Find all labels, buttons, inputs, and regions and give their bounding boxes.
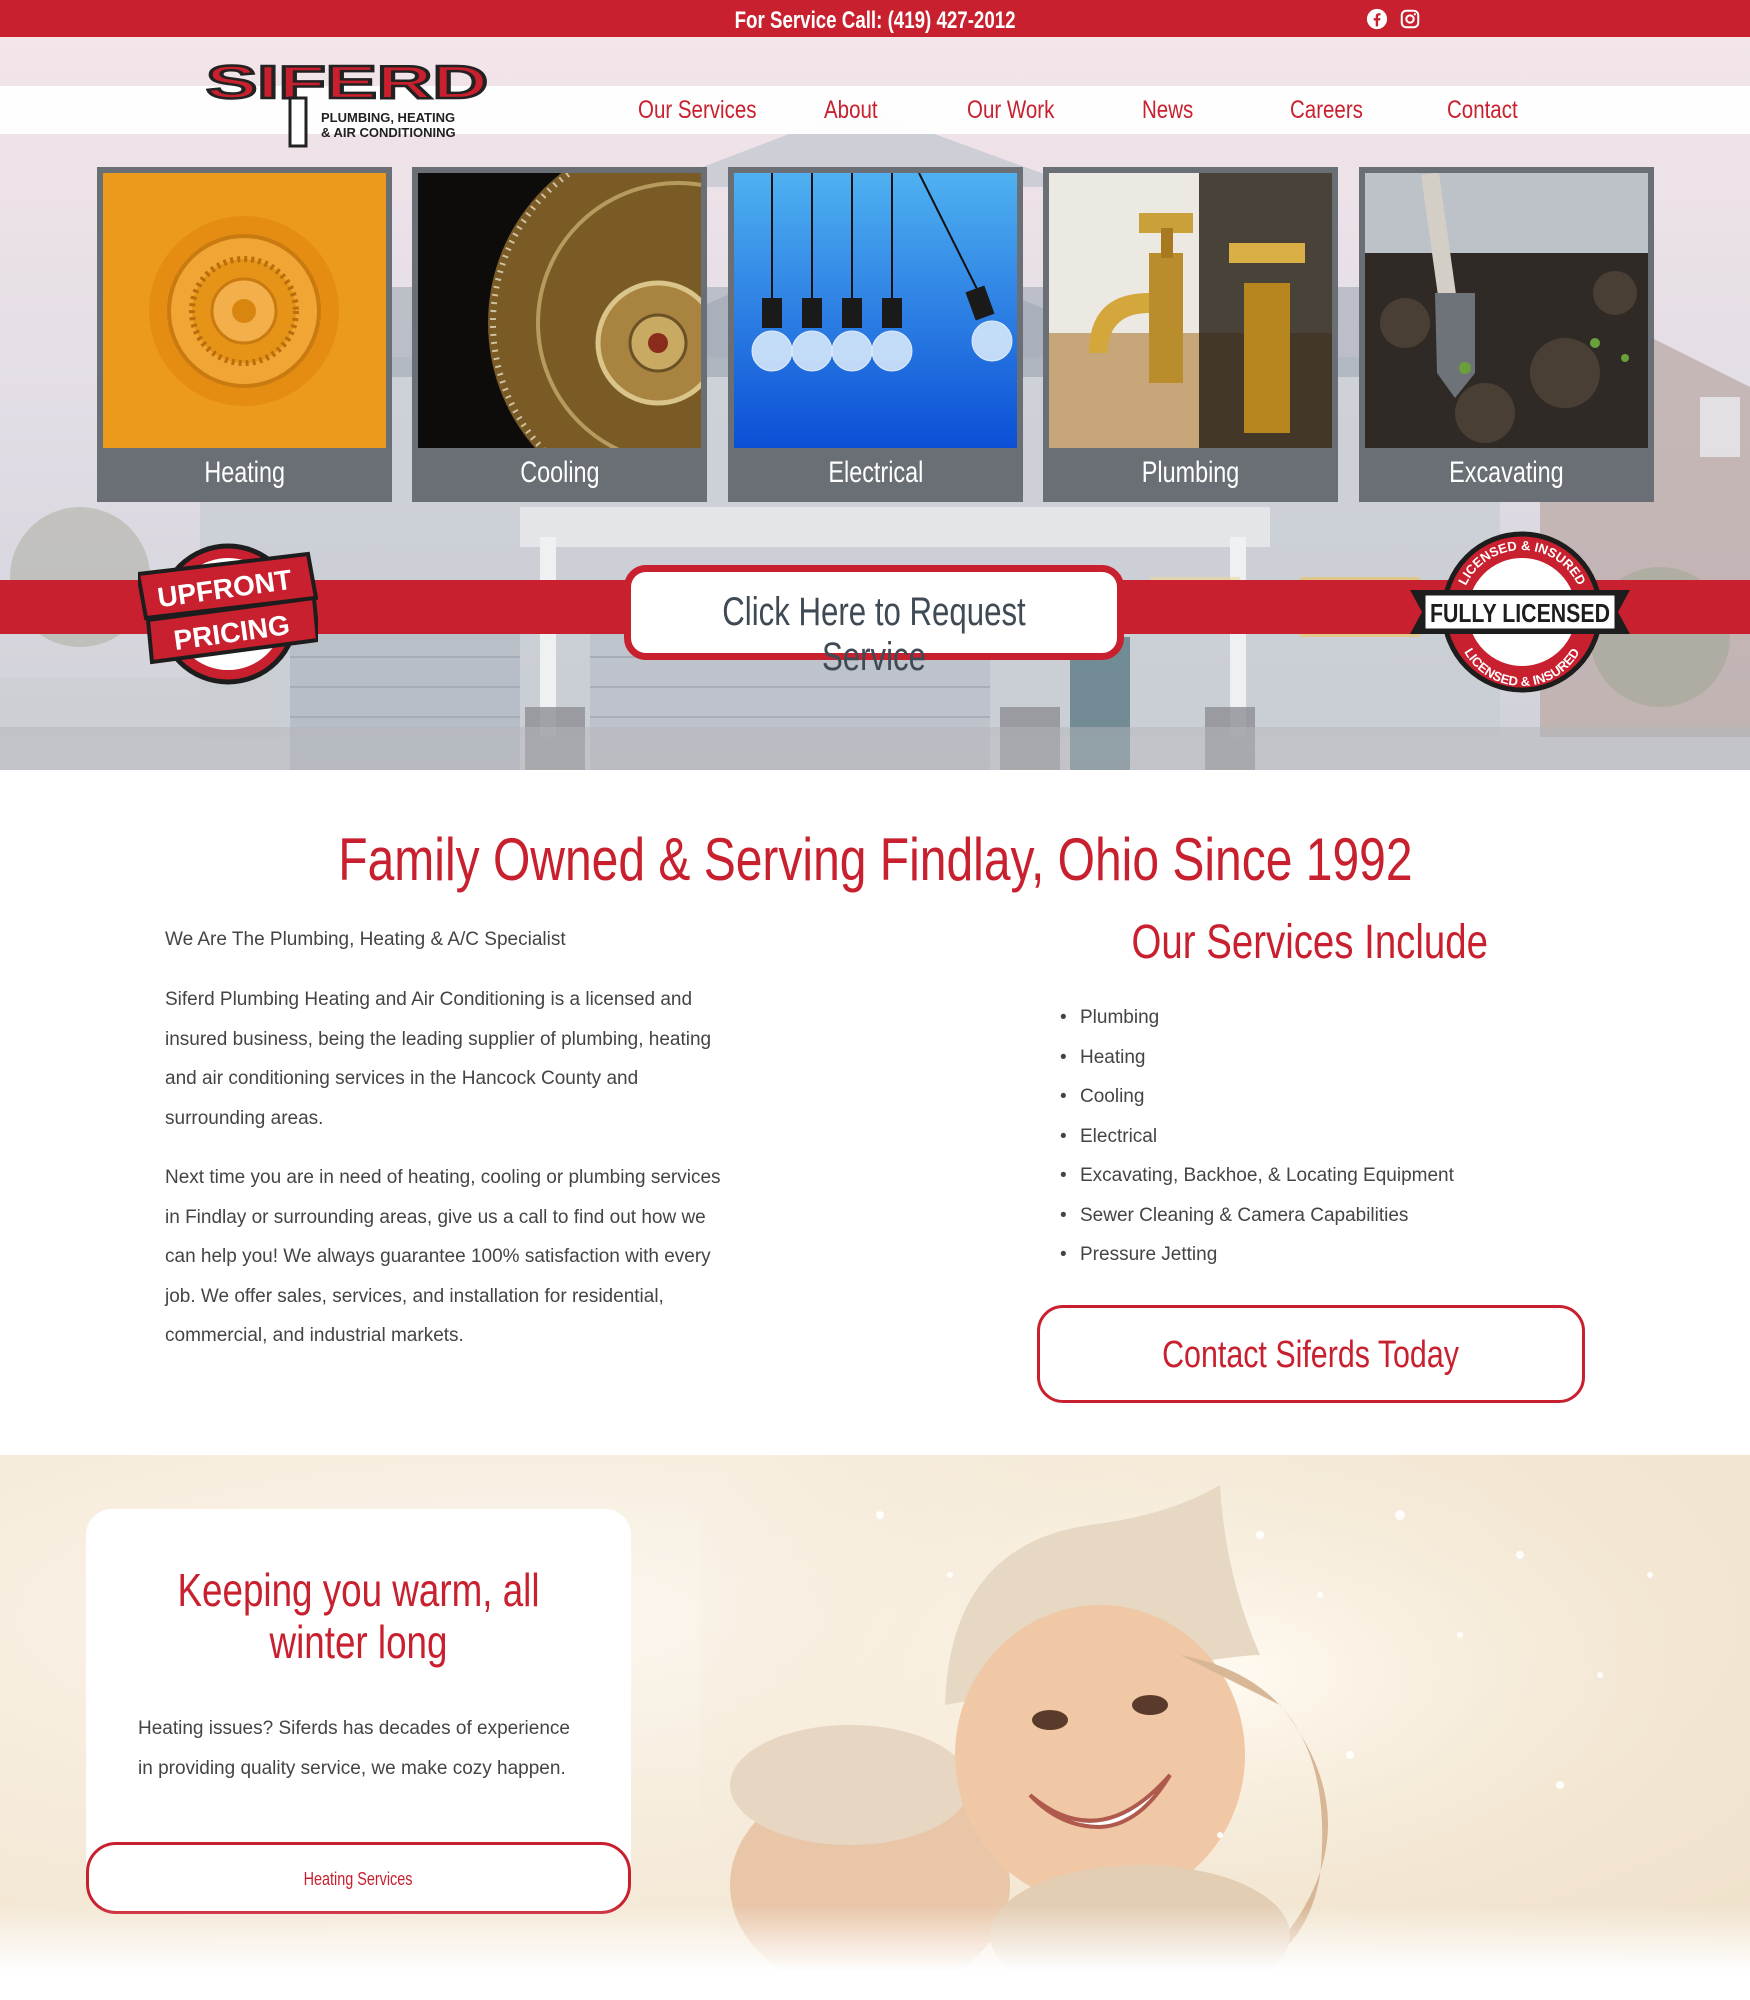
svg-text:& AIR CONDITIONING: & AIR CONDITIONING — [321, 125, 456, 140]
intro-text-column: We Are The Plumbing, Heating & A/C Speci… — [165, 920, 735, 1376]
nav-our-services[interactable]: Our Services — [638, 96, 782, 128]
facebook-icon[interactable] — [1366, 8, 1388, 30]
list-item: Cooling — [1060, 1077, 1580, 1117]
contact-siferds-button[interactable]: Contact Siferds Today — [1037, 1305, 1585, 1403]
services-include-column: Our Services Include Plumbing Heating Co… — [1040, 915, 1580, 1275]
svg-text:SIFERD: SIFERD — [206, 60, 488, 108]
nav-our-work[interactable]: Our Work — [967, 96, 1074, 128]
svg-text:PLUMBING, HEATING: PLUMBING, HEATING — [321, 110, 455, 125]
intro-heading: Family Owned & Serving Findlay, Ohio Sin… — [337, 826, 1413, 893]
service-tile-heating[interactable]: Heating — [97, 167, 392, 502]
service-tile-plumbing[interactable]: Plumbing — [1043, 167, 1338, 502]
service-tile-cooling[interactable]: Cooling — [412, 167, 707, 502]
fully-licensed-badge: LICENSED & INSURED LICENSED & INSURED FU… — [1410, 531, 1630, 693]
list-item: Sewer Cleaning & Camera Capabilities — [1060, 1196, 1580, 1236]
intro-paragraph-2: Next time you are in need of heating, co… — [165, 1167, 721, 1346]
intro-paragraph-1: Siferd Plumbing Heating and Air Conditio… — [165, 989, 712, 1129]
nav-careers[interactable]: Careers — [1290, 96, 1379, 128]
request-service-button[interactable]: Click Here to Request Service — [624, 565, 1124, 679]
instagram-icon[interactable] — [1399, 8, 1421, 30]
nav-contact[interactable]: Contact — [1447, 96, 1533, 128]
list-item: Excavating, Backhoe, & Locating Equipmen… — [1060, 1156, 1580, 1196]
top-bar: For Service Call: (419) 427-2012 — [0, 0, 1750, 37]
winter-text: Heating issues? Siferds has decades of e… — [138, 1718, 570, 1779]
shovel-image — [1365, 173, 1648, 448]
fan-image — [418, 173, 701, 448]
tile-label: Cooling — [519, 456, 600, 489]
list-item: Electrical — [1060, 1117, 1580, 1157]
faucet-image — [1049, 173, 1332, 448]
services-list: Plumbing Heating Cooling Electrical Exca… — [1040, 998, 1580, 1275]
tile-label: Electrical — [828, 456, 923, 489]
tile-label: Plumbing — [1141, 456, 1240, 489]
list-item: Heating — [1060, 1038, 1580, 1078]
light-bulbs-image — [734, 173, 1017, 448]
list-item: Plumbing — [1060, 998, 1580, 1038]
service-tile-electrical[interactable]: Electrical — [728, 167, 1023, 502]
bottom-fade — [0, 1905, 1750, 2000]
tile-label: Excavating — [1449, 456, 1564, 489]
heating-services-button[interactable]: Heating Services — [86, 1842, 631, 1914]
upfront-pricing-badge: UPFRONT PRICING — [138, 543, 318, 685]
service-tile-excavating[interactable]: Excavating — [1359, 167, 1654, 502]
thermostat-image — [103, 173, 386, 448]
list-item: Pressure Jetting — [1060, 1235, 1580, 1275]
siferd-logo[interactable]: SIFERD PLUMBING, HEATING & AIR CONDITION… — [206, 60, 496, 150]
winter-heading: Keeping you warm, all winter long — [177, 1564, 540, 1668]
svg-text:FULLY LICENSED: FULLY LICENSED — [1430, 598, 1610, 628]
nav-news[interactable]: News — [1142, 96, 1205, 128]
nav-about[interactable]: About — [824, 96, 889, 128]
intro-subtitle: We Are The Plumbing, Heating & A/C Speci… — [165, 929, 566, 950]
services-include-heading: Our Services Include — [1131, 916, 1489, 969]
tile-label: Heating — [204, 456, 285, 489]
service-phone[interactable]: For Service Call: (419) 427-2012 — [0, 7, 1750, 35]
